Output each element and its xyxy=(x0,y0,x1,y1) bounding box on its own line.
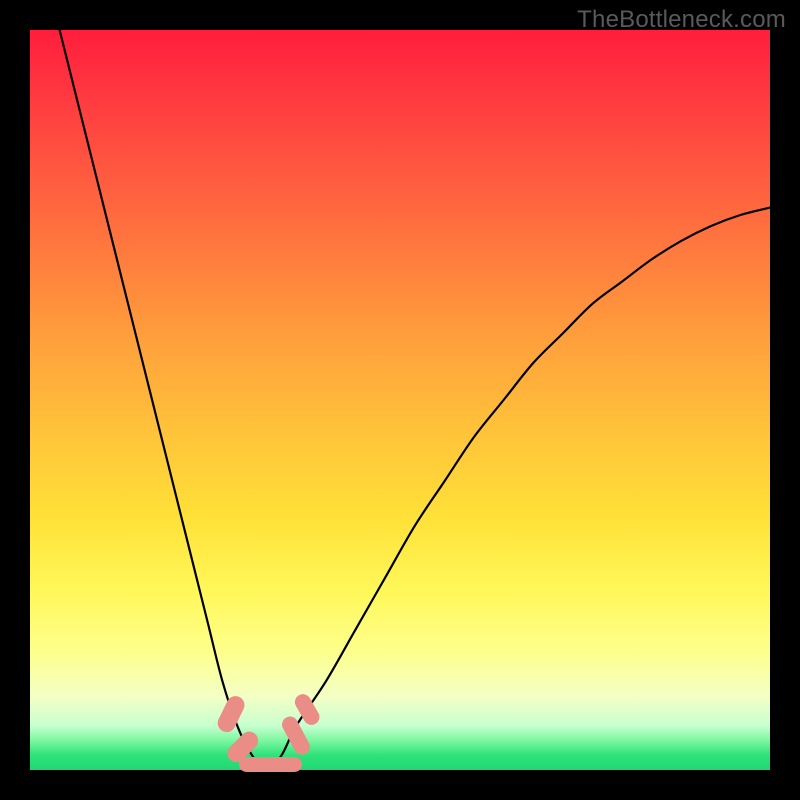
bottleneck-curve xyxy=(30,30,770,770)
chart-frame: TheBottleneck.com xyxy=(0,0,800,800)
optimal-zone-marker xyxy=(264,757,302,772)
plot-area xyxy=(30,30,770,770)
